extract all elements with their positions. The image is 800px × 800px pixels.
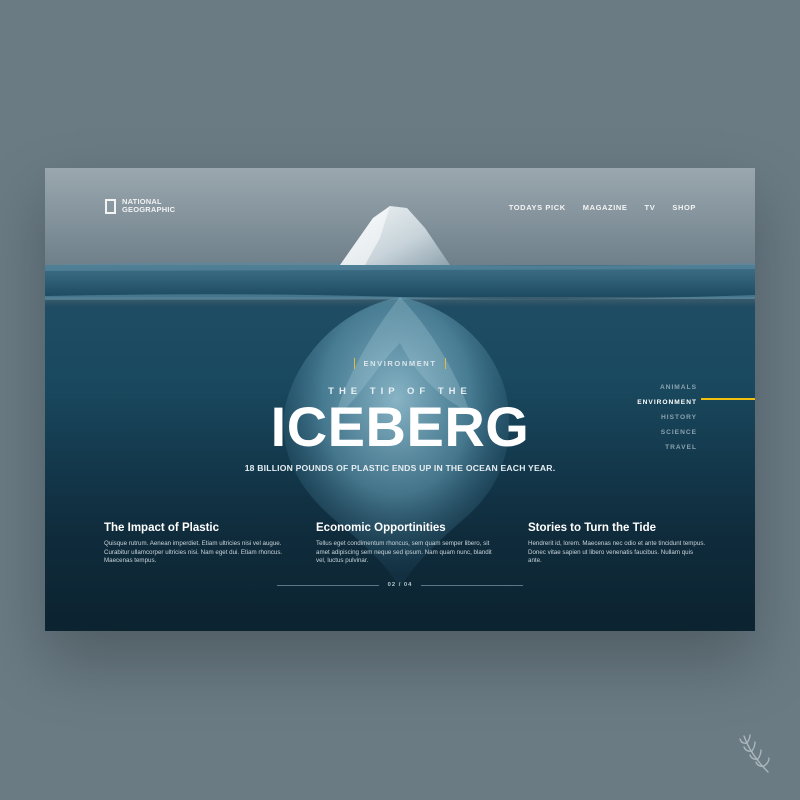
pager-line-right (421, 584, 524, 586)
category-label: ENVIRONMENT (363, 359, 437, 368)
top-nav: TODAYS PICK MAGAZINE TV SHOP (509, 203, 696, 212)
feature-body: Hendrerit id, lorem. Maecenas nec odio e… (528, 540, 706, 565)
pager-label: 02 / 04 (387, 582, 413, 588)
nav-shop[interactable]: SHOP (672, 203, 696, 212)
category-tag[interactable]: ENVIRONMENT (346, 358, 453, 369)
yellow-border-icon (105, 198, 116, 214)
hero-page: NATIONAL GEOGRAPHIC TODAYS PICK MAGAZINE… (45, 168, 755, 631)
feature-title: Economic Opportinities (316, 522, 446, 534)
side-nav-travel[interactable]: TRAVEL (637, 440, 697, 455)
feature-title: The Impact of Plastic (104, 522, 220, 534)
feature-column[interactable]: Economic Opportinities Tellus eget condi… (316, 522, 496, 566)
feature-body: Tellus eget condimentum rhoncus, sem qua… (316, 540, 492, 565)
active-indicator (701, 398, 755, 400)
tag-bar-left (354, 358, 356, 369)
feature-title: Stories to Turn the Tide (528, 522, 656, 534)
tag-bar-right (444, 358, 446, 369)
feature-body: Quisque rutrum. Aenean imperdiet. Etiam … (104, 540, 283, 565)
side-nav-history[interactable]: HISTORY (637, 410, 697, 425)
side-nav: ANIMALS ENVIRONMENT HISTORY SCIENCE TRAV… (637, 380, 697, 455)
feature-column[interactable]: Stories to Turn the Tide Hendrerit id, l… (528, 522, 708, 566)
brand-name: NATIONAL GEOGRAPHIC (122, 197, 176, 214)
nav-magazine[interactable]: MAGAZINE (583, 203, 628, 212)
pager-line-left (277, 584, 379, 586)
laurel-icon (739, 734, 770, 773)
feature-column[interactable]: The Impact of Plastic Quisque rutrum. Ae… (104, 522, 284, 566)
side-nav-animals[interactable]: ANIMALS (637, 380, 697, 395)
hero-tagline: 18 BILLION POUNDS OF PLASTIC ENDS UP IN … (244, 463, 556, 473)
nav-todays-pick[interactable]: TODAYS PICK (509, 203, 566, 212)
pager[interactable]: 02 / 04 (277, 582, 524, 588)
nav-tv[interactable]: TV (645, 203, 656, 212)
side-nav-environment[interactable]: ENVIRONMENT (637, 395, 697, 410)
side-nav-science[interactable]: SCIENCE (637, 425, 697, 440)
logo[interactable]: NATIONAL GEOGRAPHIC (105, 198, 182, 214)
